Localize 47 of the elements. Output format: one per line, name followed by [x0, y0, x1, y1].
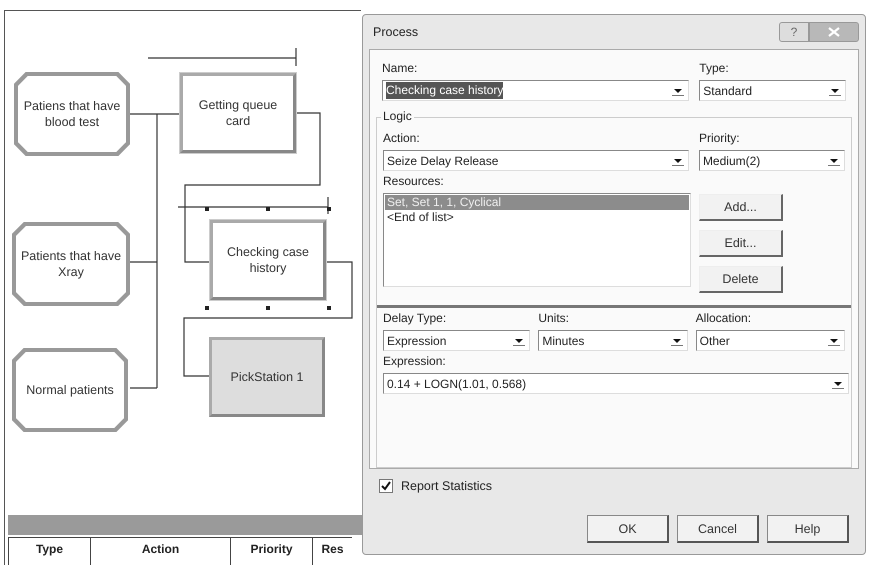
selection-handle[interactable]	[327, 207, 331, 211]
dialog-button[interactable]: OK	[587, 515, 669, 543]
column-header[interactable]: Priority	[230, 538, 312, 565]
pickstation-module[interactable]: PickStation 1	[209, 337, 325, 417]
list-button[interactable]: Delete	[699, 266, 783, 293]
column-header[interactable]: Res	[312, 538, 352, 565]
dropdown-field[interactable]: Standard	[699, 80, 846, 101]
field-label: Delay Type:	[383, 311, 448, 327]
dropdown-field[interactable]: 0.14 + LOGN(1.01, 0.568)	[383, 373, 849, 394]
process-module[interactable]: Checking case history	[210, 220, 326, 300]
selection-handle[interactable]	[266, 306, 270, 310]
field-label: Name:	[382, 61, 418, 77]
window-title: Process	[372, 25, 420, 39]
selection-handle[interactable]	[205, 306, 209, 310]
dropdown-field[interactable]: Other	[696, 330, 845, 351]
dropdown-field[interactable]: Minutes	[538, 330, 688, 351]
checkbox-label: Report Statistics	[401, 479, 492, 493]
column-header[interactable]: Action	[90, 538, 230, 565]
selection-handle[interactable]	[327, 306, 331, 310]
close-button[interactable]	[809, 22, 859, 42]
field-label: Expression:	[383, 354, 447, 370]
list-item[interactable]: <End of list>	[385, 210, 689, 225]
field-label: Units:	[538, 311, 570, 327]
selection-handle[interactable]	[205, 207, 209, 211]
dropdown-field[interactable]: Checking case history	[382, 80, 690, 101]
field-label: Allocation:	[696, 311, 752, 327]
group-label: Logic	[381, 109, 414, 123]
field-label: Priority:	[698, 131, 741, 147]
list-button[interactable]: Add...	[699, 194, 783, 221]
create-module[interactable]: Patients that have Xray	[12, 222, 130, 306]
field-label: Type:	[699, 61, 730, 77]
field-label: Resources:	[383, 174, 445, 190]
selection-handle[interactable]	[266, 207, 270, 211]
help-button[interactable]: ?	[779, 22, 809, 42]
resources-list[interactable]: Set, Set 1, 1, Cyclical <End of list>	[383, 193, 691, 287]
dialog-button[interactable]: Help	[767, 515, 849, 543]
field-label: Action:	[383, 131, 421, 147]
column-header[interactable]: Type	[8, 538, 90, 565]
process-module[interactable]: Getting queue card	[180, 73, 296, 153]
create-module[interactable]: Patiens that have blood test	[14, 72, 130, 156]
dialog-button[interactable]: Cancel	[677, 515, 759, 543]
dropdown-field[interactable]: Expression	[383, 330, 530, 351]
checkbox[interactable]	[379, 479, 393, 493]
dropdown-field[interactable]: Seize Delay Release	[383, 150, 689, 171]
create-module[interactable]: Normal patients	[12, 348, 128, 432]
dropdown-field[interactable]: Medium(2)	[698, 150, 845, 171]
list-button[interactable]: Edit...	[699, 230, 783, 257]
